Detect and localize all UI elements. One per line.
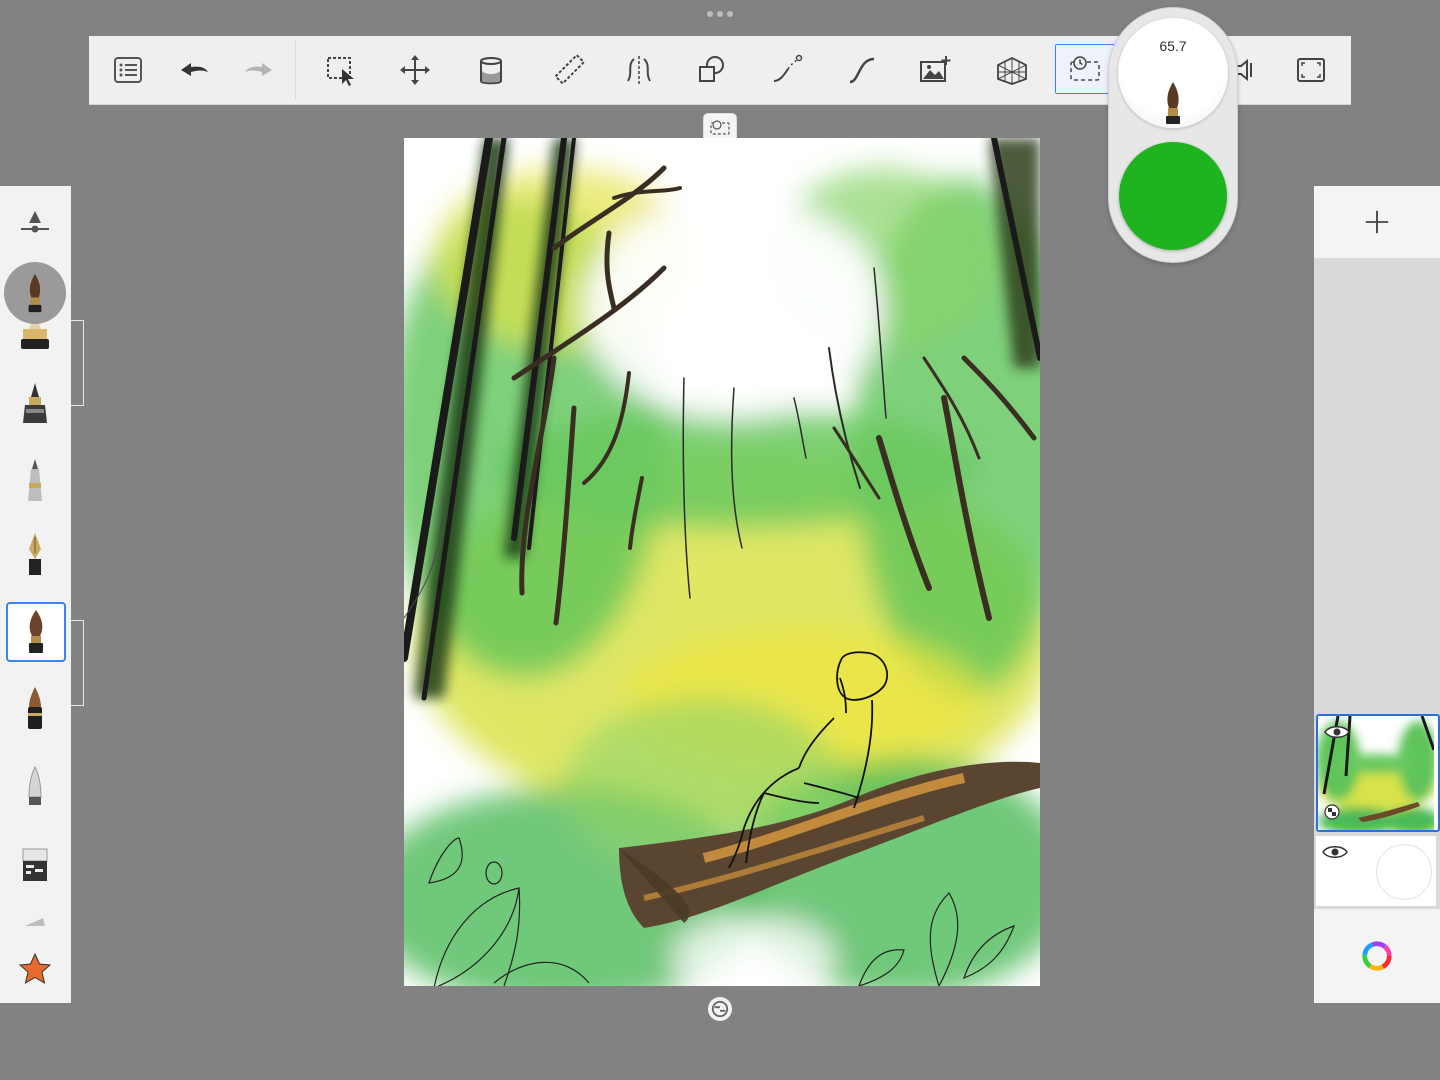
symmetry-icon[interactable] <box>619 50 659 90</box>
plus-icon <box>1365 210 1389 234</box>
color-wheel-button[interactable] <box>1314 909 1440 1003</box>
ruler-icon[interactable] <box>549 50 589 90</box>
redo-icon[interactable] <box>239 50 279 90</box>
perspective-icon[interactable] <box>992 50 1032 90</box>
color-wheel-icon <box>1362 941 1392 971</box>
add-image-icon[interactable] <box>915 50 955 90</box>
favorites-star-icon[interactable] <box>6 940 64 998</box>
fountain-pen-icon[interactable] <box>6 528 64 586</box>
ballpoint-icon[interactable] <box>6 452 64 510</box>
undo-icon[interactable] <box>174 50 214 90</box>
canvas-rotate-reset-icon[interactable] <box>708 997 732 1021</box>
drawing-canvas[interactable] <box>404 138 1040 986</box>
paintbrush-icon <box>28 273 42 313</box>
palette-group-bracket <box>71 620 84 706</box>
background-color-swatch[interactable] <box>1376 844 1432 900</box>
add-layer-button[interactable] <box>1314 186 1440 258</box>
transform-icon[interactable] <box>395 50 435 90</box>
menu-icon[interactable] <box>108 50 148 90</box>
airbrush-icon[interactable] <box>6 758 64 816</box>
brush-settings-icon[interactable] <box>6 194 64 252</box>
time-lapse-icon[interactable] <box>1055 44 1115 94</box>
marker-icon[interactable] <box>6 680 64 738</box>
predictive-stroke-icon[interactable] <box>842 50 882 90</box>
toolbar-drag-handle[interactable] <box>704 9 736 19</box>
fill-icon[interactable] <box>471 50 511 90</box>
color-puck[interactable] <box>1119 142 1227 250</box>
eraser-icon[interactable] <box>6 836 64 894</box>
stroke-icon[interactable] <box>767 50 807 90</box>
layer-1-thumbnail[interactable] <box>1316 714 1440 835</box>
artwork <box>404 138 1040 986</box>
layer-visibility-eye-icon[interactable] <box>1324 724 1350 740</box>
brush-size-value: 65.7 <box>1159 38 1187 54</box>
palette-group-bracket <box>71 320 84 406</box>
brush-puck[interactable]: 65.7 <box>1109 8 1237 262</box>
floating-brush-button[interactable] <box>4 262 66 324</box>
paintbrush-icon <box>1166 82 1180 124</box>
paintbrush-icon[interactable] <box>6 602 66 662</box>
layer-blend-icon[interactable] <box>1324 804 1340 820</box>
selection-icon[interactable] <box>321 50 361 90</box>
layer-panel <box>1314 186 1440 1003</box>
brush-size-opacity-puck[interactable]: 65.7 <box>1118 18 1228 128</box>
smudge-icon[interactable] <box>6 904 64 934</box>
layer-visibility-eye-icon[interactable] <box>1322 844 1348 860</box>
fullscreen-icon[interactable] <box>1291 50 1331 90</box>
shapes-icon[interactable] <box>692 50 732 90</box>
inking-pen-icon[interactable] <box>6 376 64 434</box>
background-layer[interactable] <box>1316 836 1436 906</box>
